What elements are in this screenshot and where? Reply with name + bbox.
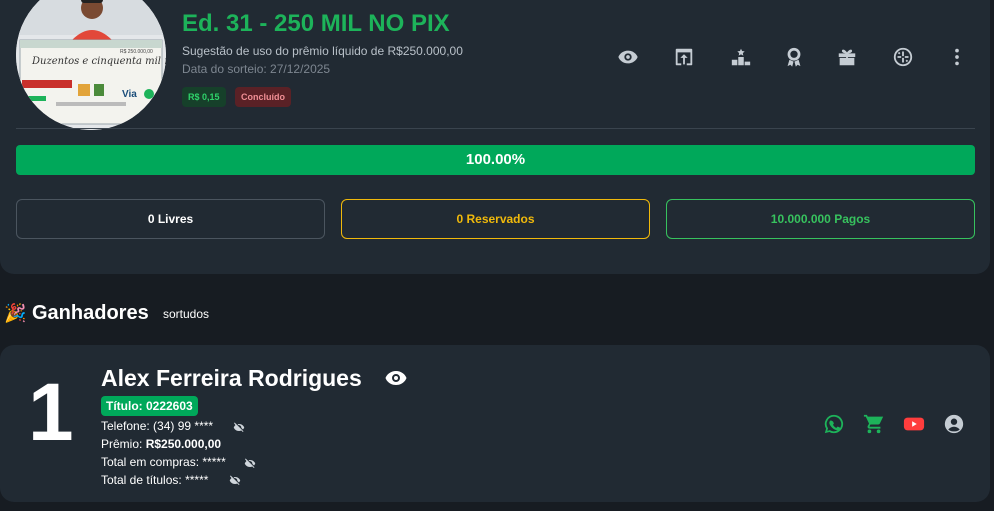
titles-label: Total de títulos: <box>101 473 182 487</box>
draw-date: Data do sorteio: 27/12/2025 <box>182 62 331 76</box>
winners-title: Ganhadores <box>32 302 149 324</box>
purchases-label: Total em compras: <box>101 455 200 469</box>
progress-label: 100.00% <box>465 151 526 168</box>
eye-off-icon[interactable] <box>244 456 258 470</box>
eye-icon[interactable] <box>384 366 410 390</box>
purchases-value: ***** <box>202 455 226 469</box>
avatar-cheque-amount: R$ 250.000,00 <box>120 49 153 55</box>
purchases-row: Total em compras: ***** <box>101 455 226 469</box>
raffle-toolbar <box>614 44 974 70</box>
award-icon[interactable] <box>780 44 808 70</box>
party-icon: 🎉 <box>4 303 27 323</box>
reserved-numbers-button[interactable]: 0 Reservados <box>341 199 650 239</box>
prize-value: R$250.000,00 <box>145 437 222 451</box>
avatar-via-text: Via <box>122 89 137 100</box>
cart-icon[interactable] <box>862 413 886 435</box>
prize-row: Prêmio: R$250.000,00 <box>101 437 221 451</box>
paid-numbers-button[interactable]: 10.000.000 Pagos <box>666 199 975 239</box>
divider <box>16 128 975 129</box>
ticket-badge: Título: 0222603 <box>101 396 198 416</box>
winner-rank: 1 <box>28 367 74 458</box>
phone-label: Telefone: <box>101 419 150 433</box>
prize-label: Prêmio: <box>101 437 143 451</box>
progress-bar: 100.00% <box>16 145 975 175</box>
eye-off-icon[interactable] <box>233 420 247 434</box>
raffle-subtitle: Sugestão de uso do prêmio líquido de R$2… <box>182 44 463 58</box>
titles-row: Total de títulos: ***** <box>101 473 208 487</box>
phone-row: Telefone: (34) 99 **** <box>101 419 213 433</box>
winners-subtitle: sortudos <box>163 307 210 321</box>
gift-icon[interactable] <box>833 44 861 70</box>
share-icon[interactable] <box>670 44 698 70</box>
more-vertical-icon[interactable] <box>943 44 971 70</box>
winner-name: Alex Ferreira Rodrigues <box>101 365 362 391</box>
price-badge: R$ 0,15 <box>182 87 226 107</box>
raffle-title: Ed. 31 - 250 MIL NO PIX <box>182 10 450 37</box>
wheel-icon[interactable] <box>889 44 917 70</box>
phone-value: (34) 99 **** <box>153 419 214 433</box>
eye-off-icon[interactable] <box>229 473 243 487</box>
podium-icon[interactable] <box>727 44 755 70</box>
free-numbers-button[interactable]: 0 Livres <box>16 199 325 239</box>
avatar-cheque-text: Duzentos e cinquenta mil reais <box>31 56 166 67</box>
eye-icon[interactable] <box>614 44 642 70</box>
titles-value: ***** <box>185 473 209 487</box>
user-circle-icon[interactable] <box>942 413 966 435</box>
whatsapp-icon[interactable] <box>822 413 846 435</box>
status-badge: Concluído <box>235 87 291 107</box>
youtube-icon[interactable] <box>902 413 926 435</box>
